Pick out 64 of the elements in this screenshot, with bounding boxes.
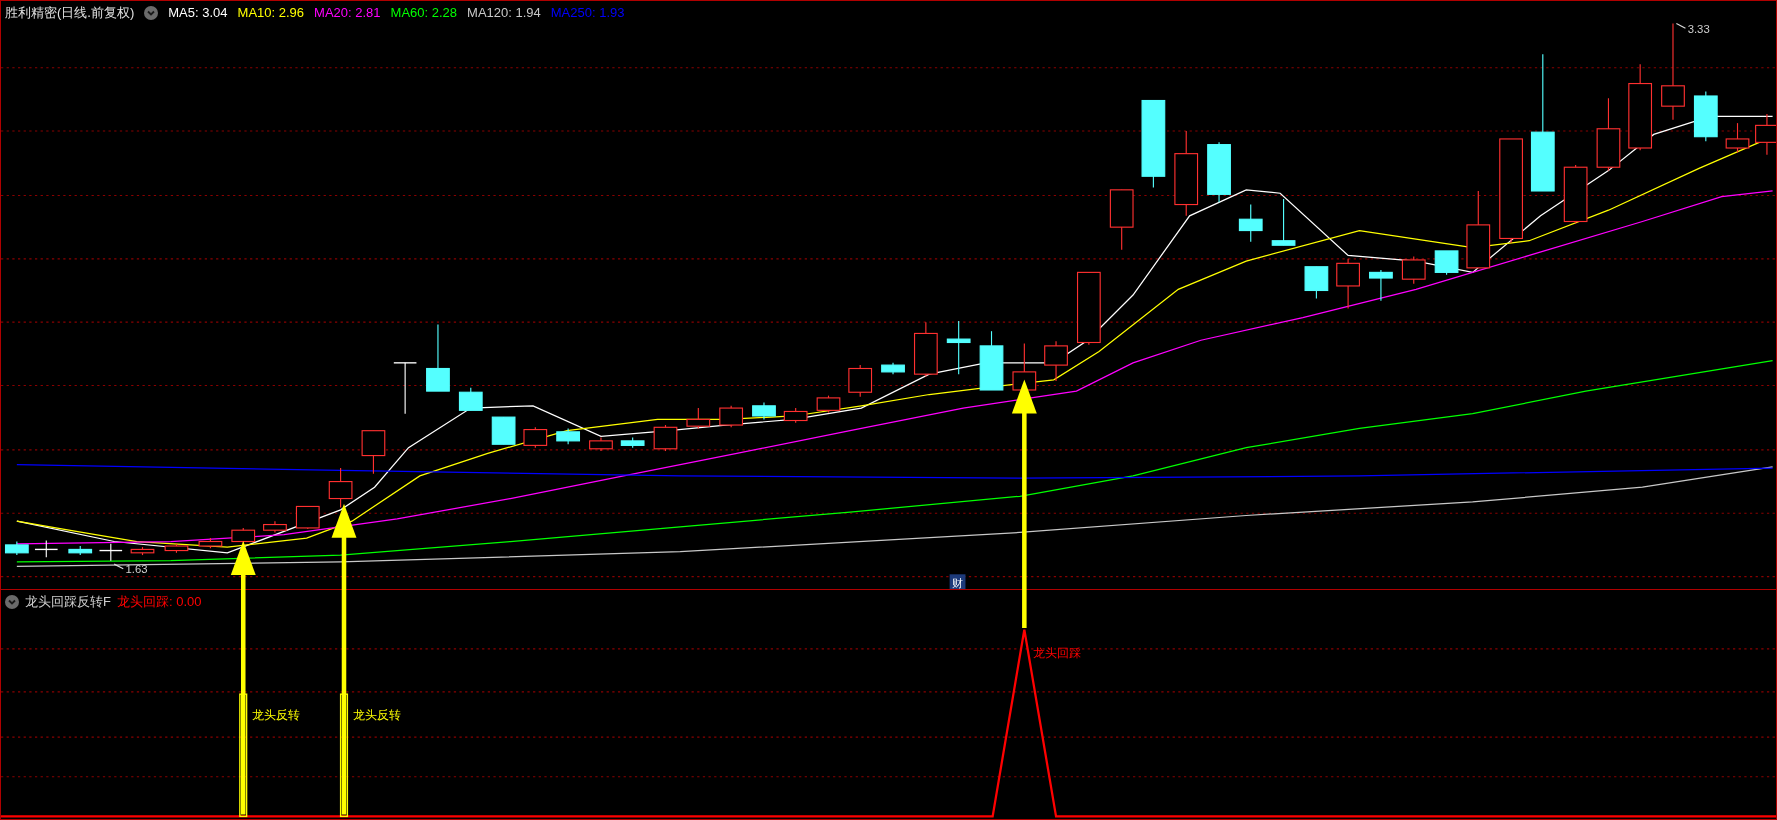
candlestick — [1434, 250, 1459, 276]
candlestick — [653, 424, 678, 452]
moving-average-readout: MA120: 1.94 — [467, 4, 541, 22]
candlestick — [361, 430, 386, 475]
candlestick — [68, 545, 93, 556]
moving-average-readout: MA5: 3.04 — [168, 4, 228, 22]
chevron-down-icon[interactable] — [5, 594, 19, 609]
chevron-down-icon[interactable] — [144, 5, 159, 20]
candlestick — [1563, 164, 1588, 225]
event-marker[interactable]: 财 — [949, 574, 966, 589]
candlestick — [1109, 189, 1134, 251]
candlestick — [1693, 90, 1718, 142]
candlestick — [426, 323, 450, 392]
low-price-label: 1.63 — [125, 563, 148, 576]
candlestick — [34, 539, 59, 558]
candlestick — [881, 362, 905, 375]
candlestick — [979, 330, 1004, 391]
candlestick — [164, 543, 189, 554]
candlestick — [328, 467, 353, 509]
candlestick — [1336, 258, 1360, 310]
candlestick — [913, 321, 938, 377]
leader-line — [113, 563, 124, 570]
candlestick — [1304, 266, 1329, 299]
candlestick — [1271, 198, 1296, 246]
candlestick — [4, 540, 29, 556]
signal-label: 龙头反转 — [252, 708, 301, 723]
candlestick — [946, 320, 971, 375]
moving-average-readout: MA60: 2.28 — [390, 4, 458, 22]
leader-line — [1675, 23, 1686, 29]
candlestick — [848, 364, 873, 398]
candlestick — [1207, 141, 1231, 203]
candlestick — [686, 407, 711, 429]
candlestick — [231, 527, 256, 545]
candlestick — [816, 395, 841, 414]
signal-label: 龙头反转 — [353, 708, 402, 723]
candlestick — [295, 505, 320, 530]
candlestick — [1369, 269, 1393, 302]
candlestick — [752, 401, 776, 420]
indicator-readout: 龙头回踩: 0.00 — [116, 593, 202, 611]
indicator-title: 龙头回踩反转F — [25, 593, 111, 611]
moving-average-readout: MA10: 2.96 — [237, 4, 305, 22]
candlestick — [1401, 256, 1426, 285]
candlestick — [458, 387, 483, 411]
candlestick — [589, 436, 613, 452]
candlestick — [523, 426, 548, 449]
candlestick — [198, 537, 223, 549]
candlestick — [263, 520, 287, 534]
signal-label: 龙头回踩 — [1033, 645, 1082, 660]
candlestick — [1012, 343, 1037, 393]
candlestick — [1725, 122, 1750, 154]
candlestick — [98, 543, 123, 562]
candlestick — [719, 405, 744, 428]
candlestick — [620, 436, 645, 449]
candlestick — [1238, 203, 1263, 243]
candlestick — [491, 416, 516, 445]
candlestick — [783, 407, 808, 424]
chart-title: 胜利精密(日线.前复权) — [5, 4, 135, 22]
candlestick — [556, 427, 581, 445]
moving-average-readout: MA250: 1.93 — [550, 4, 625, 22]
candlestick — [393, 362, 418, 415]
candlestick — [1044, 340, 1068, 382]
high-price-label: 3.33 — [1687, 22, 1710, 35]
candlestick — [130, 546, 155, 556]
moving-average-readout: MA20: 2.81 — [314, 4, 381, 22]
